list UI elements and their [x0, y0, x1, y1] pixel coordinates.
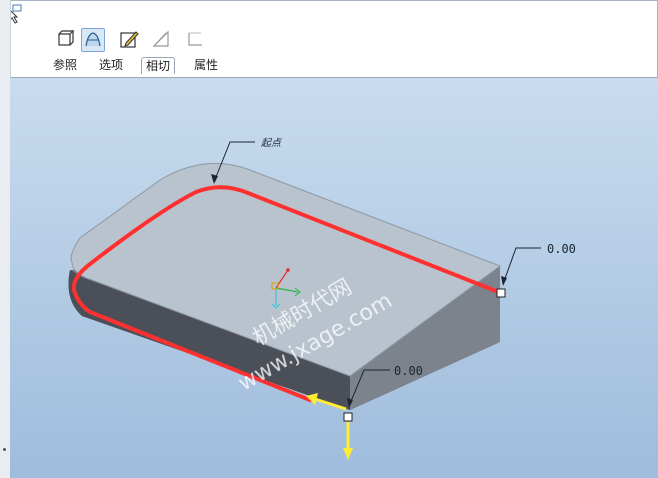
construction-icon[interactable] — [150, 28, 172, 50]
tab-references[interactable]: 参照 — [49, 57, 81, 73]
boundary-icon[interactable] — [184, 28, 206, 50]
arrowhead-down — [343, 448, 353, 460]
panel-handle-dot[interactable] — [3, 448, 6, 451]
tab-properties[interactable]: 属性 — [190, 57, 222, 73]
dashboard-toolbar: 参照 选项 相切 属性 — [0, 0, 658, 78]
dimension-leader-top — [502, 247, 541, 285]
graphics-viewport[interactable]: 起点 0.00 0.00 机械时代网 www.jxage.com — [10, 78, 658, 478]
model-canvas[interactable]: 起点 0.00 0.00 机械时代网 www.jxage.com — [10, 78, 658, 478]
start-point-label: 起点 — [261, 137, 282, 149]
tab-tangency[interactable]: 相切 — [141, 57, 176, 74]
endpoint-handle-bottom[interactable] — [343, 412, 353, 422]
dimension-value-bottom[interactable]: 0.00 — [394, 364, 423, 378]
dimension-arrowhead-top — [501, 276, 507, 286]
tab-options[interactable]: 选项 — [95, 57, 127, 73]
endpoint-handle-top[interactable] — [496, 288, 506, 298]
solid-box-icon[interactable] — [54, 28, 76, 50]
dimension-value-top[interactable]: 0.00 — [547, 242, 576, 256]
surface-icon[interactable] — [81, 28, 105, 52]
sketch-edit-icon[interactable] — [118, 28, 140, 50]
